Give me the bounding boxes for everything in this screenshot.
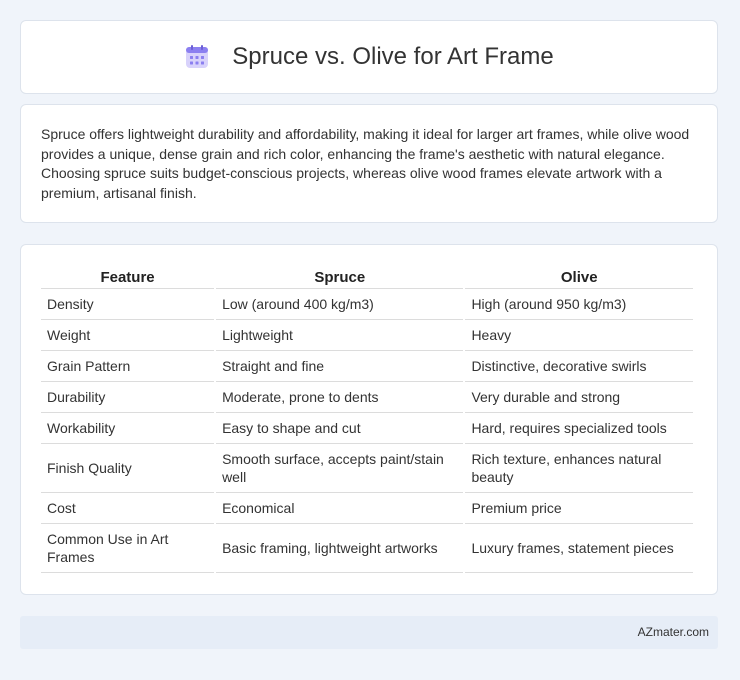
olive-cell: Hard, requires specialized tools <box>465 413 693 444</box>
comparison-table-card: Feature Spruce Olive Density Low (around… <box>20 244 718 595</box>
feature-cell: Density <box>41 289 215 320</box>
page-title: Spruce vs. Olive for Art Frame <box>232 43 554 70</box>
spruce-cell: Low (around 400 kg/m3) <box>216 289 464 320</box>
footer-bar: AZmater.com <box>20 616 718 649</box>
spruce-cell: Basic framing, lightweight artworks <box>216 524 464 573</box>
feature-cell: Cost <box>41 493 215 524</box>
feature-cell: Common Use in Art Frames <box>41 524 215 573</box>
olive-cell: Heavy <box>465 320 693 351</box>
olive-cell: High (around 950 kg/m3) <box>465 289 693 320</box>
title-card: Spruce vs. Olive for Art Frame <box>20 20 718 94</box>
table-row: Grain Pattern Straight and fine Distinct… <box>41 351 693 382</box>
feature-cell: Durability <box>41 382 215 413</box>
table-row: Weight Lightweight Heavy <box>41 320 693 351</box>
spruce-cell: Economical <box>216 493 464 524</box>
feature-cell: Grain Pattern <box>41 351 215 382</box>
calendar-icon <box>186 45 209 68</box>
header-olive: Olive <box>465 266 693 289</box>
footer-link[interactable]: AZmater.com <box>638 625 709 639</box>
feature-cell: Finish Quality <box>41 444 215 493</box>
olive-cell: Distinctive, decorative swirls <box>465 351 693 382</box>
table-row: Common Use in Art Frames Basic framing, … <box>41 524 693 573</box>
olive-cell: Luxury frames, statement pieces <box>465 524 693 573</box>
summary-card: Spruce offers lightweight durability and… <box>20 104 718 223</box>
table-header-row: Feature Spruce Olive <box>41 266 693 289</box>
olive-cell: Very durable and strong <box>465 382 693 413</box>
table-row: Durability Moderate, prone to dents Very… <box>41 382 693 413</box>
spruce-cell: Moderate, prone to dents <box>216 382 464 413</box>
header-feature: Feature <box>41 266 215 289</box>
feature-cell: Workability <box>41 413 215 444</box>
olive-cell: Rich texture, enhances natural beauty <box>465 444 693 493</box>
summary-text: Spruce offers lightweight durability and… <box>41 126 690 201</box>
table-row: Workability Easy to shape and cut Hard, … <box>41 413 693 444</box>
spruce-cell: Smooth surface, accepts paint/stain well <box>216 444 464 493</box>
olive-cell: Premium price <box>465 493 693 524</box>
spruce-cell: Easy to shape and cut <box>216 413 464 444</box>
spruce-cell: Lightweight <box>216 320 464 351</box>
title-wrap: Spruce vs. Olive for Art Frame <box>184 43 554 71</box>
comparison-table: Feature Spruce Olive Density Low (around… <box>39 266 695 573</box>
table-row: Finish Quality Smooth surface, accepts p… <box>41 444 693 493</box>
table-row: Density Low (around 400 kg/m3) High (aro… <box>41 289 693 320</box>
feature-cell: Weight <box>41 320 215 351</box>
table-row: Cost Economical Premium price <box>41 493 693 524</box>
spruce-cell: Straight and fine <box>216 351 464 382</box>
header-spruce: Spruce <box>216 266 464 289</box>
